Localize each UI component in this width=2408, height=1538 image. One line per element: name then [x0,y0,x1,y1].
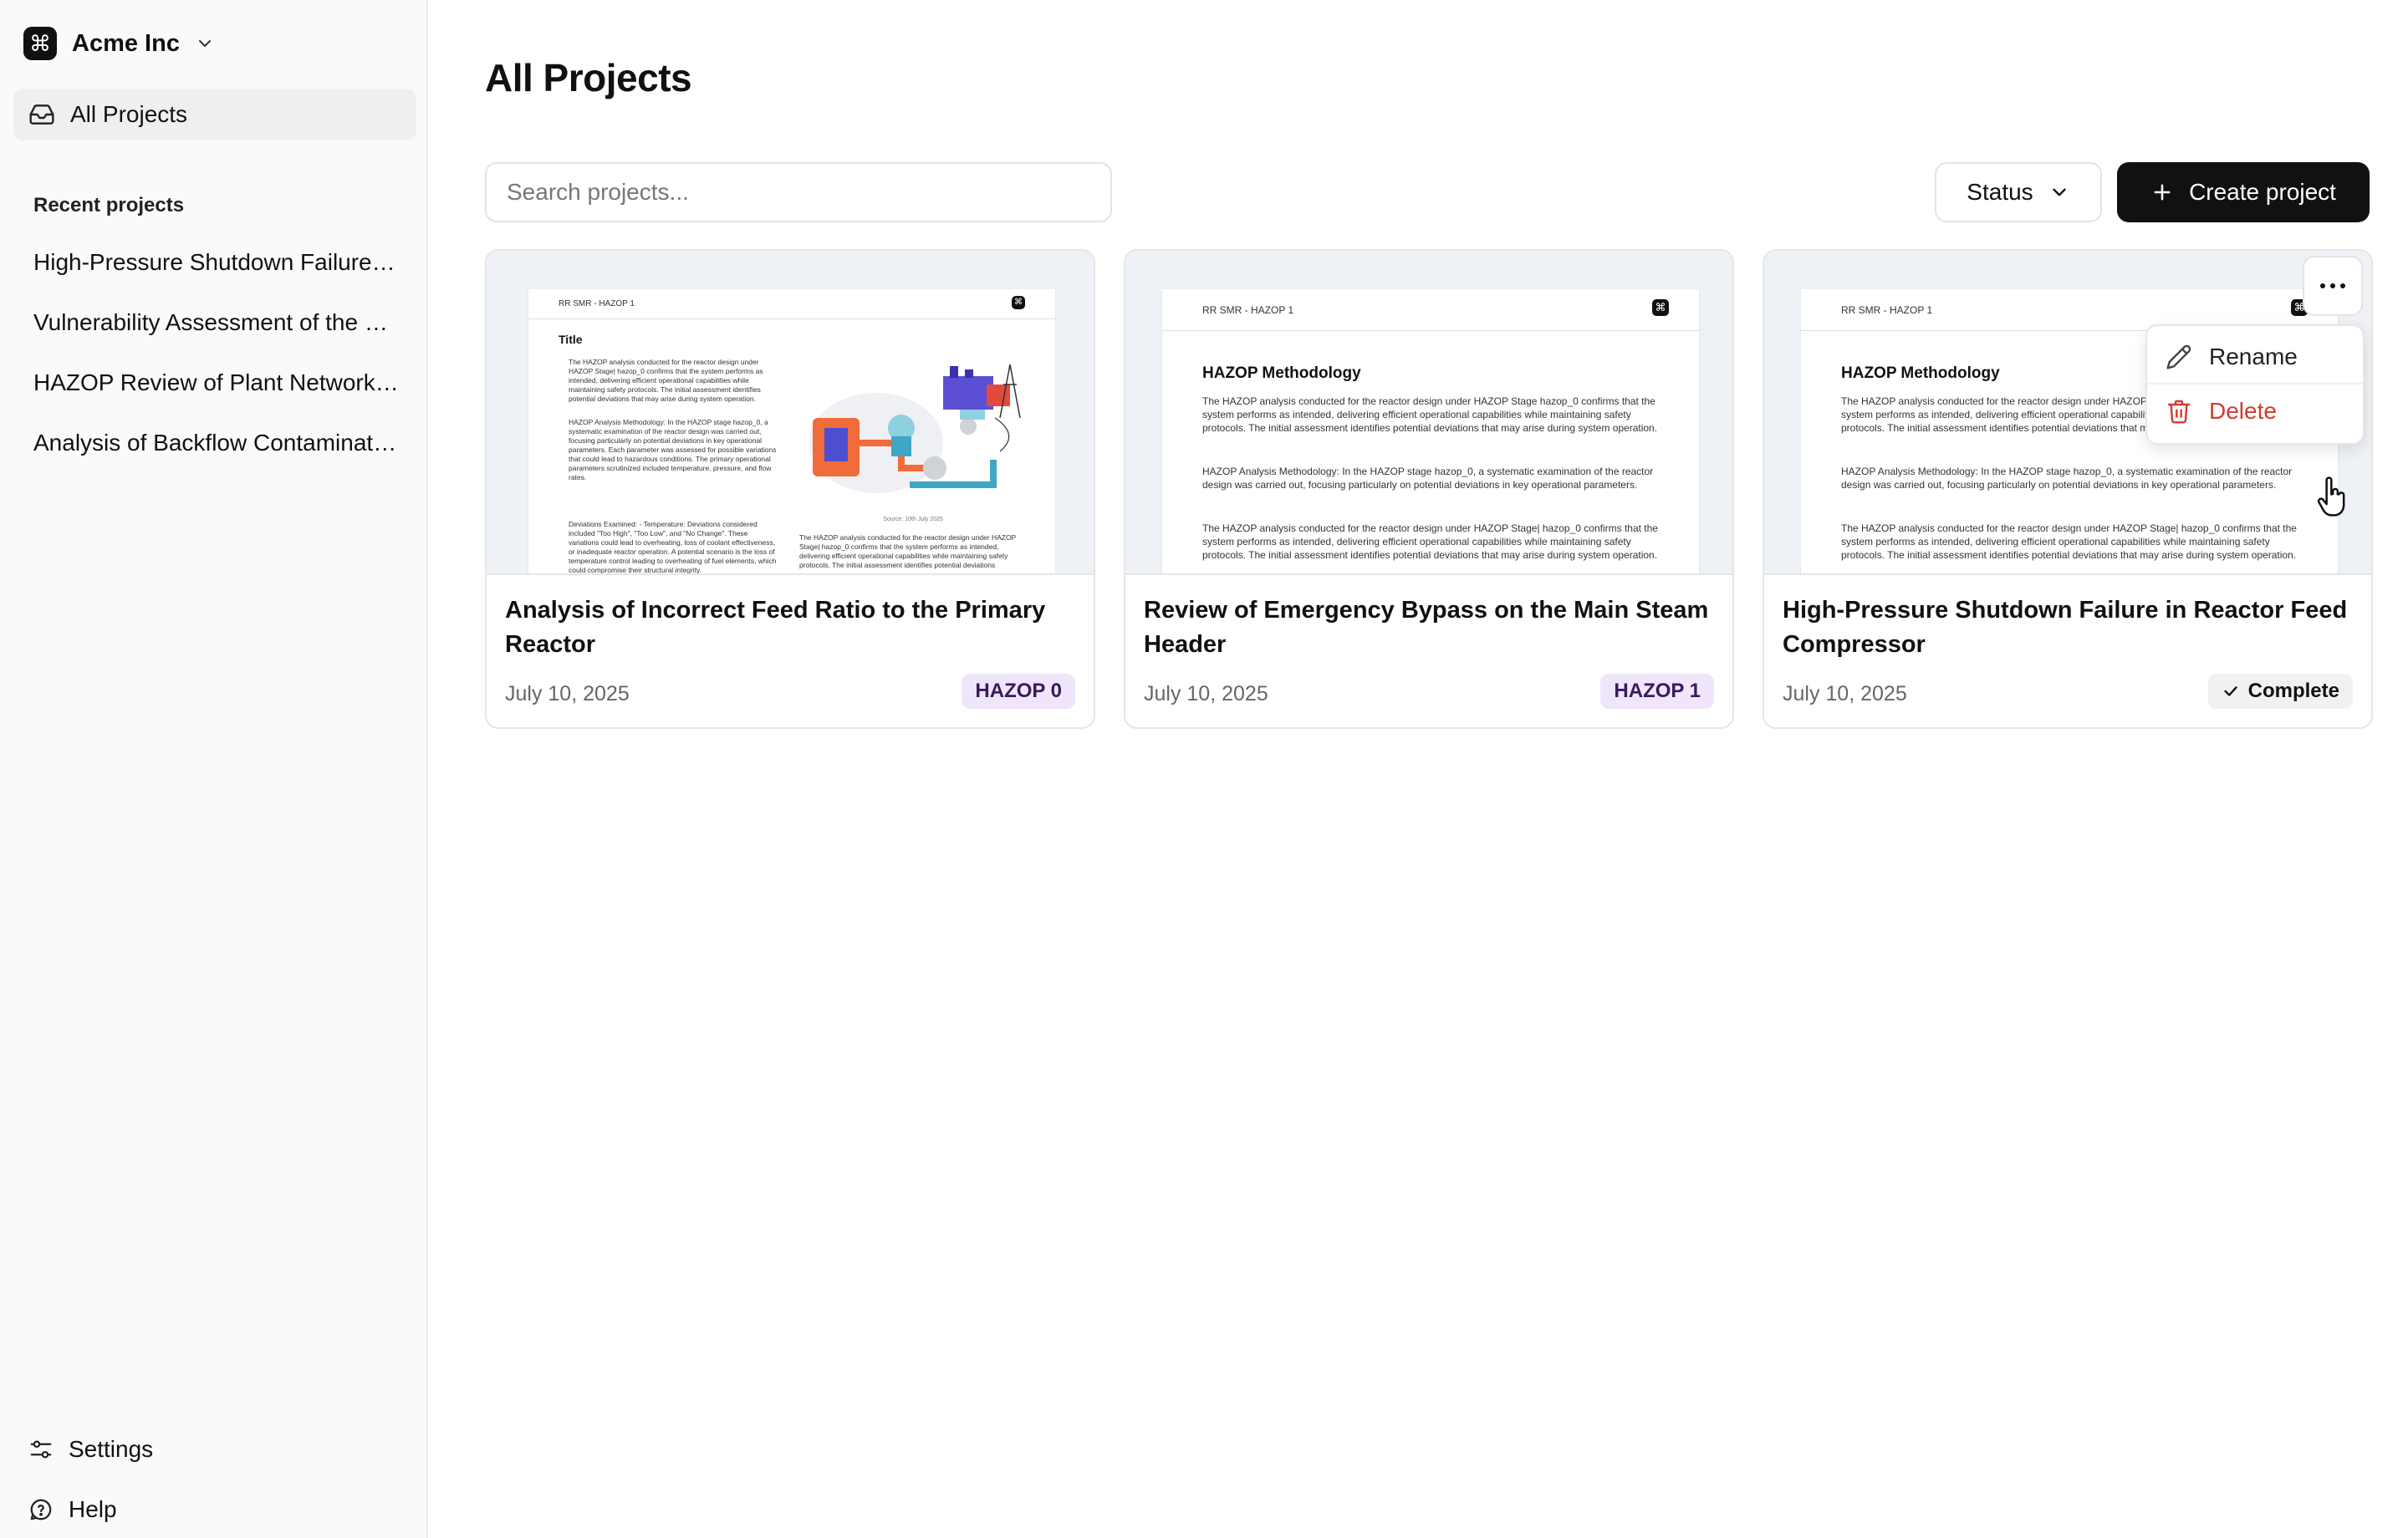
project-title: Review of Emergency Bypass on the Main S… [1144,597,1709,658]
project-title: Analysis of Incorrect Feed Ratio to the … [505,597,1046,658]
status-badge: Complete [2207,674,2353,709]
recent-project-item[interactable]: Vulnerability Assessment of the Plant Ne… [33,304,401,364]
status-badge-label: Complete [2247,680,2339,702]
org-name: Acme Inc [72,29,180,57]
chevron-down-icon [2052,188,2066,196]
settings-label: Settings [69,1436,154,1462]
project-thumbnail: RR SMR - HAZOP 1 ⌘ Title The HAZOP analy… [487,251,1094,575]
more-options-button[interactable] [2303,256,2363,316]
project-title: High-Pressure Shutdown Failure in Reacto… [1783,597,2348,658]
sidebar-item-label: All Projects [70,101,188,127]
document-preview: RR SMR - HAZOP 1 ⌘ HAZOP Methodology The… [1162,289,1699,573]
recent-project-item[interactable]: High-Pressure Shutdown Failure in Reacto… [33,244,401,304]
chevron-down-icon [198,40,211,47]
recent-project-item[interactable]: HAZOP Review of Plant Network Infrastruc… [33,364,401,425]
document-preview: RR SMR - HAZOP 1 ⌘ Title The HAZOP analy… [528,289,1055,573]
stage-badge: HAZOP 1 [1600,674,1714,709]
project-date: July 10, 2025 [1144,682,1268,705]
more-horizontal-icon [2320,283,2325,288]
plus-icon [2154,184,2171,201]
status-filter-label: Status [1967,179,2033,205]
check-icon [2224,686,2237,696]
help-circle-icon [30,1499,52,1520]
recent-project-item[interactable]: Analysis of Backflow Contamination in Wa… [33,425,401,485]
project-card[interactable]: RR SMR - HAZOP 1 ⌘ Title The HAZOP analy… [485,249,1095,729]
rename-menu-item[interactable]: Rename [2147,331,2363,384]
delete-menu-item[interactable]: Delete [2147,384,2363,438]
recent-projects-list: High-Pressure Shutdown Failure in Reacto… [33,244,401,485]
project-date: July 10, 2025 [505,682,630,705]
project-card[interactable]: RR SMR - HAZOP 1 ⌘ HAZOP Methodology The… [1763,249,2373,729]
inbox-icon [29,104,54,125]
project-card[interactable]: RR SMR - HAZOP 1 ⌘ HAZOP Methodology The… [1124,249,1734,729]
page-title: All Projects [485,56,692,99]
plant-diagram-illustration [809,364,1021,493]
hand-pointer-icon [2317,476,2345,517]
pencil-icon [2166,344,2191,369]
status-filter-button[interactable]: Status [1935,162,2102,222]
settings-link[interactable]: Settings [28,1431,396,1468]
create-project-label: Create project [2189,179,2336,205]
recent-projects-heading: Recent projects [33,194,185,216]
project-thumbnail: RR SMR - HAZOP 1 ⌘ HAZOP Methodology The… [1125,251,1732,575]
sidebar-item-all-projects[interactable]: All Projects [13,89,416,140]
create-project-button[interactable]: Create project [2117,162,2370,222]
command-icon: ⌘ [1012,296,1025,309]
project-actions-menu: Rename Delete [2145,324,2365,445]
org-switcher[interactable]: ⌘ Acme Inc [23,25,215,62]
search-input[interactable] [485,162,1112,222]
project-date: July 10, 2025 [1783,682,1907,705]
sidebar: ⌘ Acme Inc All Projects Recent projects … [0,0,428,1538]
command-icon: ⌘ [1652,299,1669,316]
help-link[interactable]: Help [28,1491,396,1528]
delete-label: Delete [2209,398,2277,424]
trash-icon [2167,400,2191,424]
command-icon: ⌘ [23,27,57,60]
rename-label: Rename [2209,344,2298,369]
stage-badge: HAZOP 0 [962,674,1075,709]
help-label: Help [69,1496,117,1522]
sliders-icon [30,1440,52,1459]
